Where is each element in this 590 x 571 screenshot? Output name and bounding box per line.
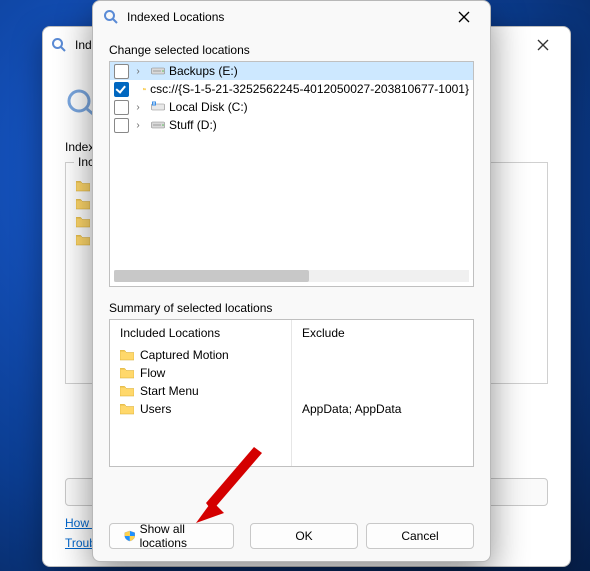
- tree-expander-icon[interactable]: ›: [133, 66, 143, 77]
- tree-row[interactable]: › Backups (E:): [110, 62, 473, 80]
- show-all-locations-button[interactable]: Show all locations: [109, 523, 234, 549]
- drive-icon: [151, 65, 165, 77]
- summary-included-label: Captured Motion: [140, 348, 229, 362]
- indexed-locations-window: Indexed Locations Change selected locati…: [92, 0, 491, 562]
- cancel-button[interactable]: Cancel: [366, 523, 474, 549]
- tree-checkbox[interactable]: [114, 118, 129, 133]
- summary-included-row[interactable]: Users: [120, 400, 281, 418]
- folder-icon: [120, 385, 134, 397]
- summary-included-row[interactable]: Flow: [120, 364, 281, 382]
- tree-item-label: Backups (E:): [169, 64, 238, 78]
- folder-icon: [120, 349, 134, 361]
- tree-checkbox[interactable]: [114, 82, 129, 97]
- folder-icon: [120, 403, 134, 415]
- summary-included-row[interactable]: Captured Motion: [120, 346, 281, 364]
- tree-item-label: Local Disk (C:): [169, 100, 248, 114]
- tree-checkbox[interactable]: [114, 100, 129, 115]
- tree-row[interactable]: › Stuff (D:): [110, 116, 473, 134]
- folder-icon: [76, 180, 90, 192]
- tree-checkbox[interactable]: [114, 64, 129, 79]
- close-button-front[interactable]: [448, 4, 480, 30]
- summary-exclude-header: Exclude: [302, 326, 463, 340]
- summary-exclude-label: AppData; AppData: [302, 402, 401, 416]
- scrollbar-thumb[interactable]: [114, 270, 309, 282]
- tree-item-label: Stuff (D:): [169, 118, 217, 132]
- locations-tree[interactable]: › Backups (E:) csc://{S-1-5-21-3252562245-…: [109, 61, 474, 287]
- uac-shield-icon: [124, 529, 136, 543]
- summary-label: Summary of selected locations: [109, 301, 474, 315]
- folder-icon: [143, 83, 146, 95]
- summary-exclude-row: AppData; AppData: [302, 400, 463, 418]
- search-index-icon: [103, 9, 119, 25]
- indexed-locations-titlebar: Indexed Locations: [93, 1, 490, 33]
- search-index-icon: [51, 37, 67, 53]
- horizontal-scrollbar[interactable]: [114, 270, 469, 282]
- summary-included-row[interactable]: Start Menu: [120, 382, 281, 400]
- summary-exclude-row: [302, 364, 463, 382]
- drive-icon: [151, 119, 165, 131]
- change-locations-label: Change selected locations: [109, 43, 474, 57]
- folder-icon: [76, 234, 90, 246]
- summary-exclude-row: [302, 346, 463, 364]
- summary-included-header: Included Locations: [120, 326, 281, 340]
- summary-box: Included Locations Captured Motion Flow St…: [109, 319, 474, 467]
- folder-icon: [76, 198, 90, 210]
- summary-included-label: Start Menu: [140, 384, 199, 398]
- ok-button[interactable]: OK: [250, 523, 358, 549]
- tree-item-label: csc://{S-1-5-21-3252562245-4012050027-20…: [150, 82, 469, 96]
- tree-expander-icon[interactable]: ›: [133, 102, 143, 113]
- summary-included-column: Included Locations Captured Motion Flow St…: [110, 320, 292, 466]
- folder-icon: [76, 216, 90, 228]
- summary-included-label: Flow: [140, 366, 165, 380]
- indexed-locations-title: Indexed Locations: [127, 10, 448, 24]
- tree-row[interactable]: › Local Disk (C:): [110, 98, 473, 116]
- close-icon: [537, 39, 549, 51]
- summary-included-label: Users: [140, 402, 171, 416]
- close-icon: [458, 11, 470, 23]
- summary-exclude-column: Exclude AppData; AppData: [292, 320, 473, 466]
- folder-icon: [120, 367, 134, 379]
- summary-exclude-row: [302, 382, 463, 400]
- close-button-back[interactable]: [524, 31, 562, 59]
- local-disk-icon: [151, 101, 165, 113]
- tree-expander-icon[interactable]: ›: [133, 120, 143, 131]
- tree-row[interactable]: csc://{S-1-5-21-3252562245-4012050027-20…: [110, 80, 473, 98]
- show-all-locations-label: Show all locations: [140, 522, 219, 550]
